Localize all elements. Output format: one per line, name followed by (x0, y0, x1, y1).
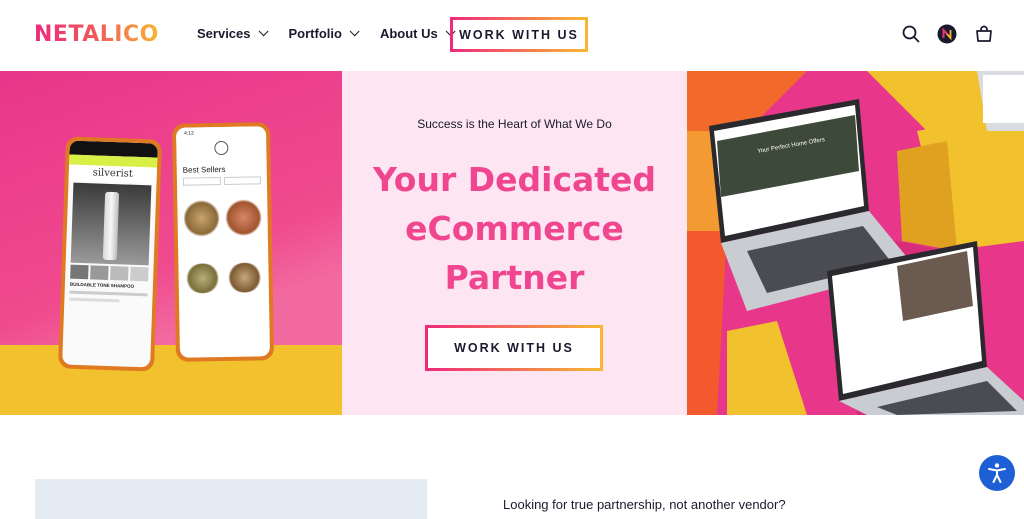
account-avatar-icon[interactable] (937, 24, 957, 44)
brand-logo[interactable]: NETALICO (34, 22, 159, 47)
chevron-down-icon (258, 26, 269, 37)
phone-product-name: BUILDABLE TONE SHAMPOO (69, 281, 135, 289)
hero-text-panel: Success is the Heart of What We Do Your … (342, 71, 687, 415)
headline-line: Your Dedicated (372, 160, 657, 199)
nav-item-services[interactable]: Services (197, 26, 269, 41)
intro-heading: Looking for true partnership, not anothe… (503, 497, 786, 512)
hero-tagline: Success is the Heart of What We Do (417, 117, 612, 131)
hero-headline: Your Dedicated eCommerce Partner (342, 155, 687, 302)
nav-item-label: About Us (379, 26, 438, 41)
phone-mockup-right: 4:12 Best Sellers (171, 122, 275, 362)
nav-item-about-us[interactable]: About Us (379, 26, 456, 41)
accessibility-button[interactable] (979, 455, 1015, 491)
phone-section-title: Best Sellers (182, 164, 226, 175)
laptops-illustration (687, 71, 1024, 415)
nav-item-label: Portfolio (288, 26, 342, 41)
headline-line: eCommerce (405, 209, 624, 248)
search-icon[interactable] (901, 24, 921, 44)
hero-phones-image: silverist BUILDABLE TONE SHAMPOO 4:12 Be… (0, 71, 342, 415)
phone-mockup-left: silverist BUILDABLE TONE SHAMPOO (57, 136, 163, 372)
chevron-down-icon (349, 26, 360, 37)
intro-image (35, 479, 427, 519)
work-with-us-hero-button[interactable]: WORK WITH US (425, 325, 603, 371)
site-header: NETALICO Services Portfolio About Us WOR… (0, 0, 1024, 71)
headline-line: Partner (444, 258, 585, 297)
accessibility-icon (988, 463, 1006, 483)
cart-icon[interactable] (974, 24, 994, 44)
work-with-us-header-button[interactable]: WORK WITH US (450, 17, 588, 52)
phone-brand-text: silverist (68, 164, 158, 184)
yellow-surface (0, 345, 342, 415)
main-nav: Services Portfolio About Us (197, 26, 476, 41)
hero-section: silverist BUILDABLE TONE SHAMPOO 4:12 Be… (0, 71, 1024, 415)
hero-laptops-image: Your Perfect Home Offers (687, 71, 1024, 415)
nav-item-portfolio[interactable]: Portfolio (288, 26, 360, 41)
nav-item-label: Services (197, 26, 251, 41)
intro-section: Looking for true partnership, not anothe… (0, 415, 1024, 519)
